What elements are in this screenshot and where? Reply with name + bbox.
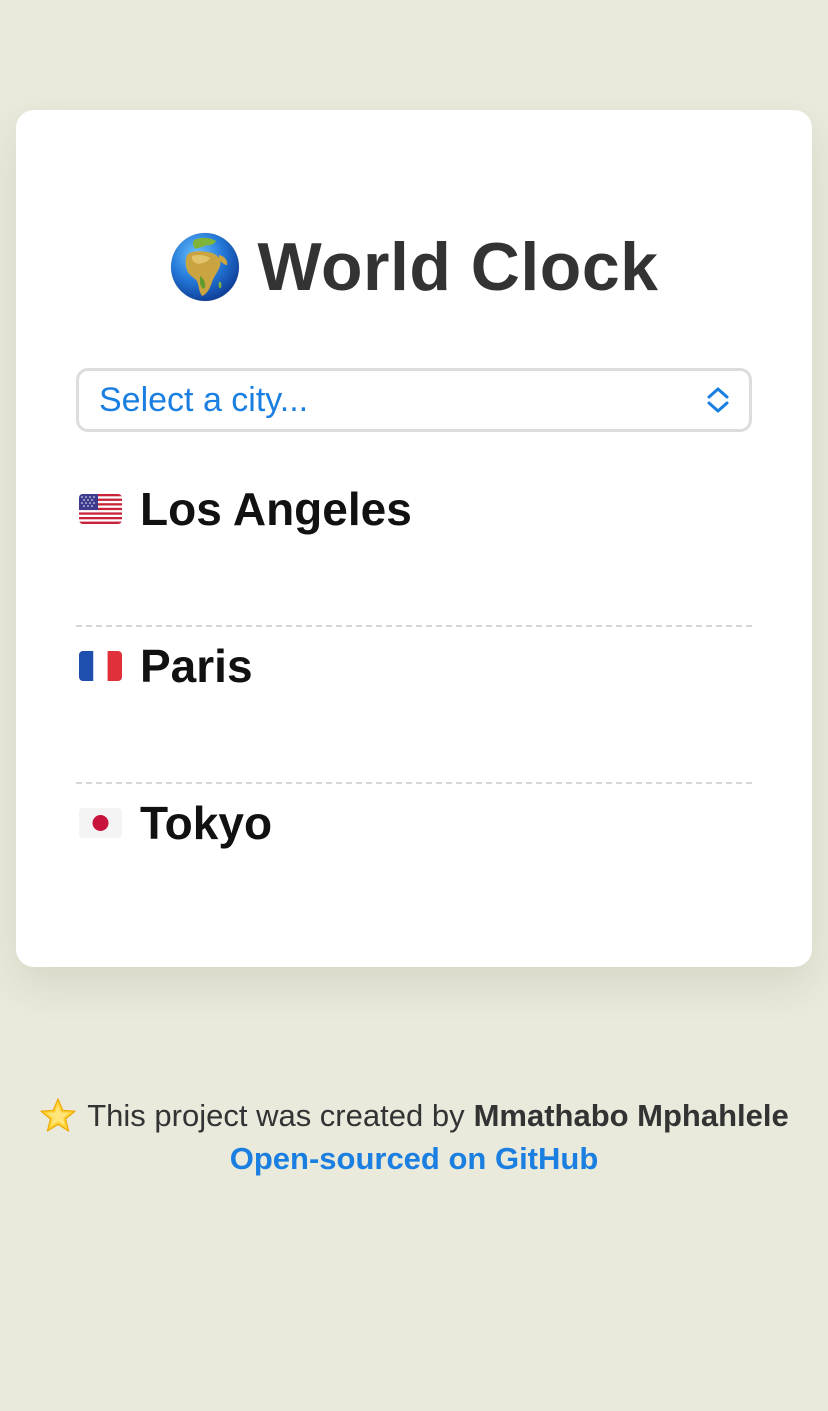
- city-name: Paris: [140, 640, 253, 692]
- city-list: Los Angeles Paris Tokyo: [76, 470, 752, 941]
- chevron-up-down-icon: [707, 387, 729, 413]
- app-title: World Clock: [257, 229, 659, 305]
- page-title: World Clock: [16, 229, 812, 305]
- footer-created-text: This project was created by: [87, 1098, 465, 1133]
- city-select-value: Select a city...: [99, 380, 309, 419]
- globe-icon: [170, 232, 240, 302]
- flag-fr-icon: [79, 651, 122, 681]
- city-row-tokyo: Tokyo: [76, 784, 752, 941]
- star-icon: [40, 1098, 76, 1132]
- city-select[interactable]: Select a city...: [76, 368, 752, 432]
- footer: This project was created by Mmathabo Mph…: [0, 1093, 828, 1179]
- github-link[interactable]: Open-sourced on GitHub: [230, 1141, 599, 1176]
- city-name: Tokyo: [140, 797, 273, 849]
- city-row-los-angeles: Los Angeles: [76, 470, 752, 627]
- footer-author: Mmathabo Mphahlele: [473, 1098, 789, 1133]
- city-name: Los Angeles: [140, 483, 412, 535]
- city-row-paris: Paris: [76, 627, 752, 784]
- world-clock-card: World Clock Select a city... Los Angeles…: [16, 110, 812, 967]
- flag-us-icon: [79, 494, 122, 524]
- flag-jp-icon: [79, 808, 122, 838]
